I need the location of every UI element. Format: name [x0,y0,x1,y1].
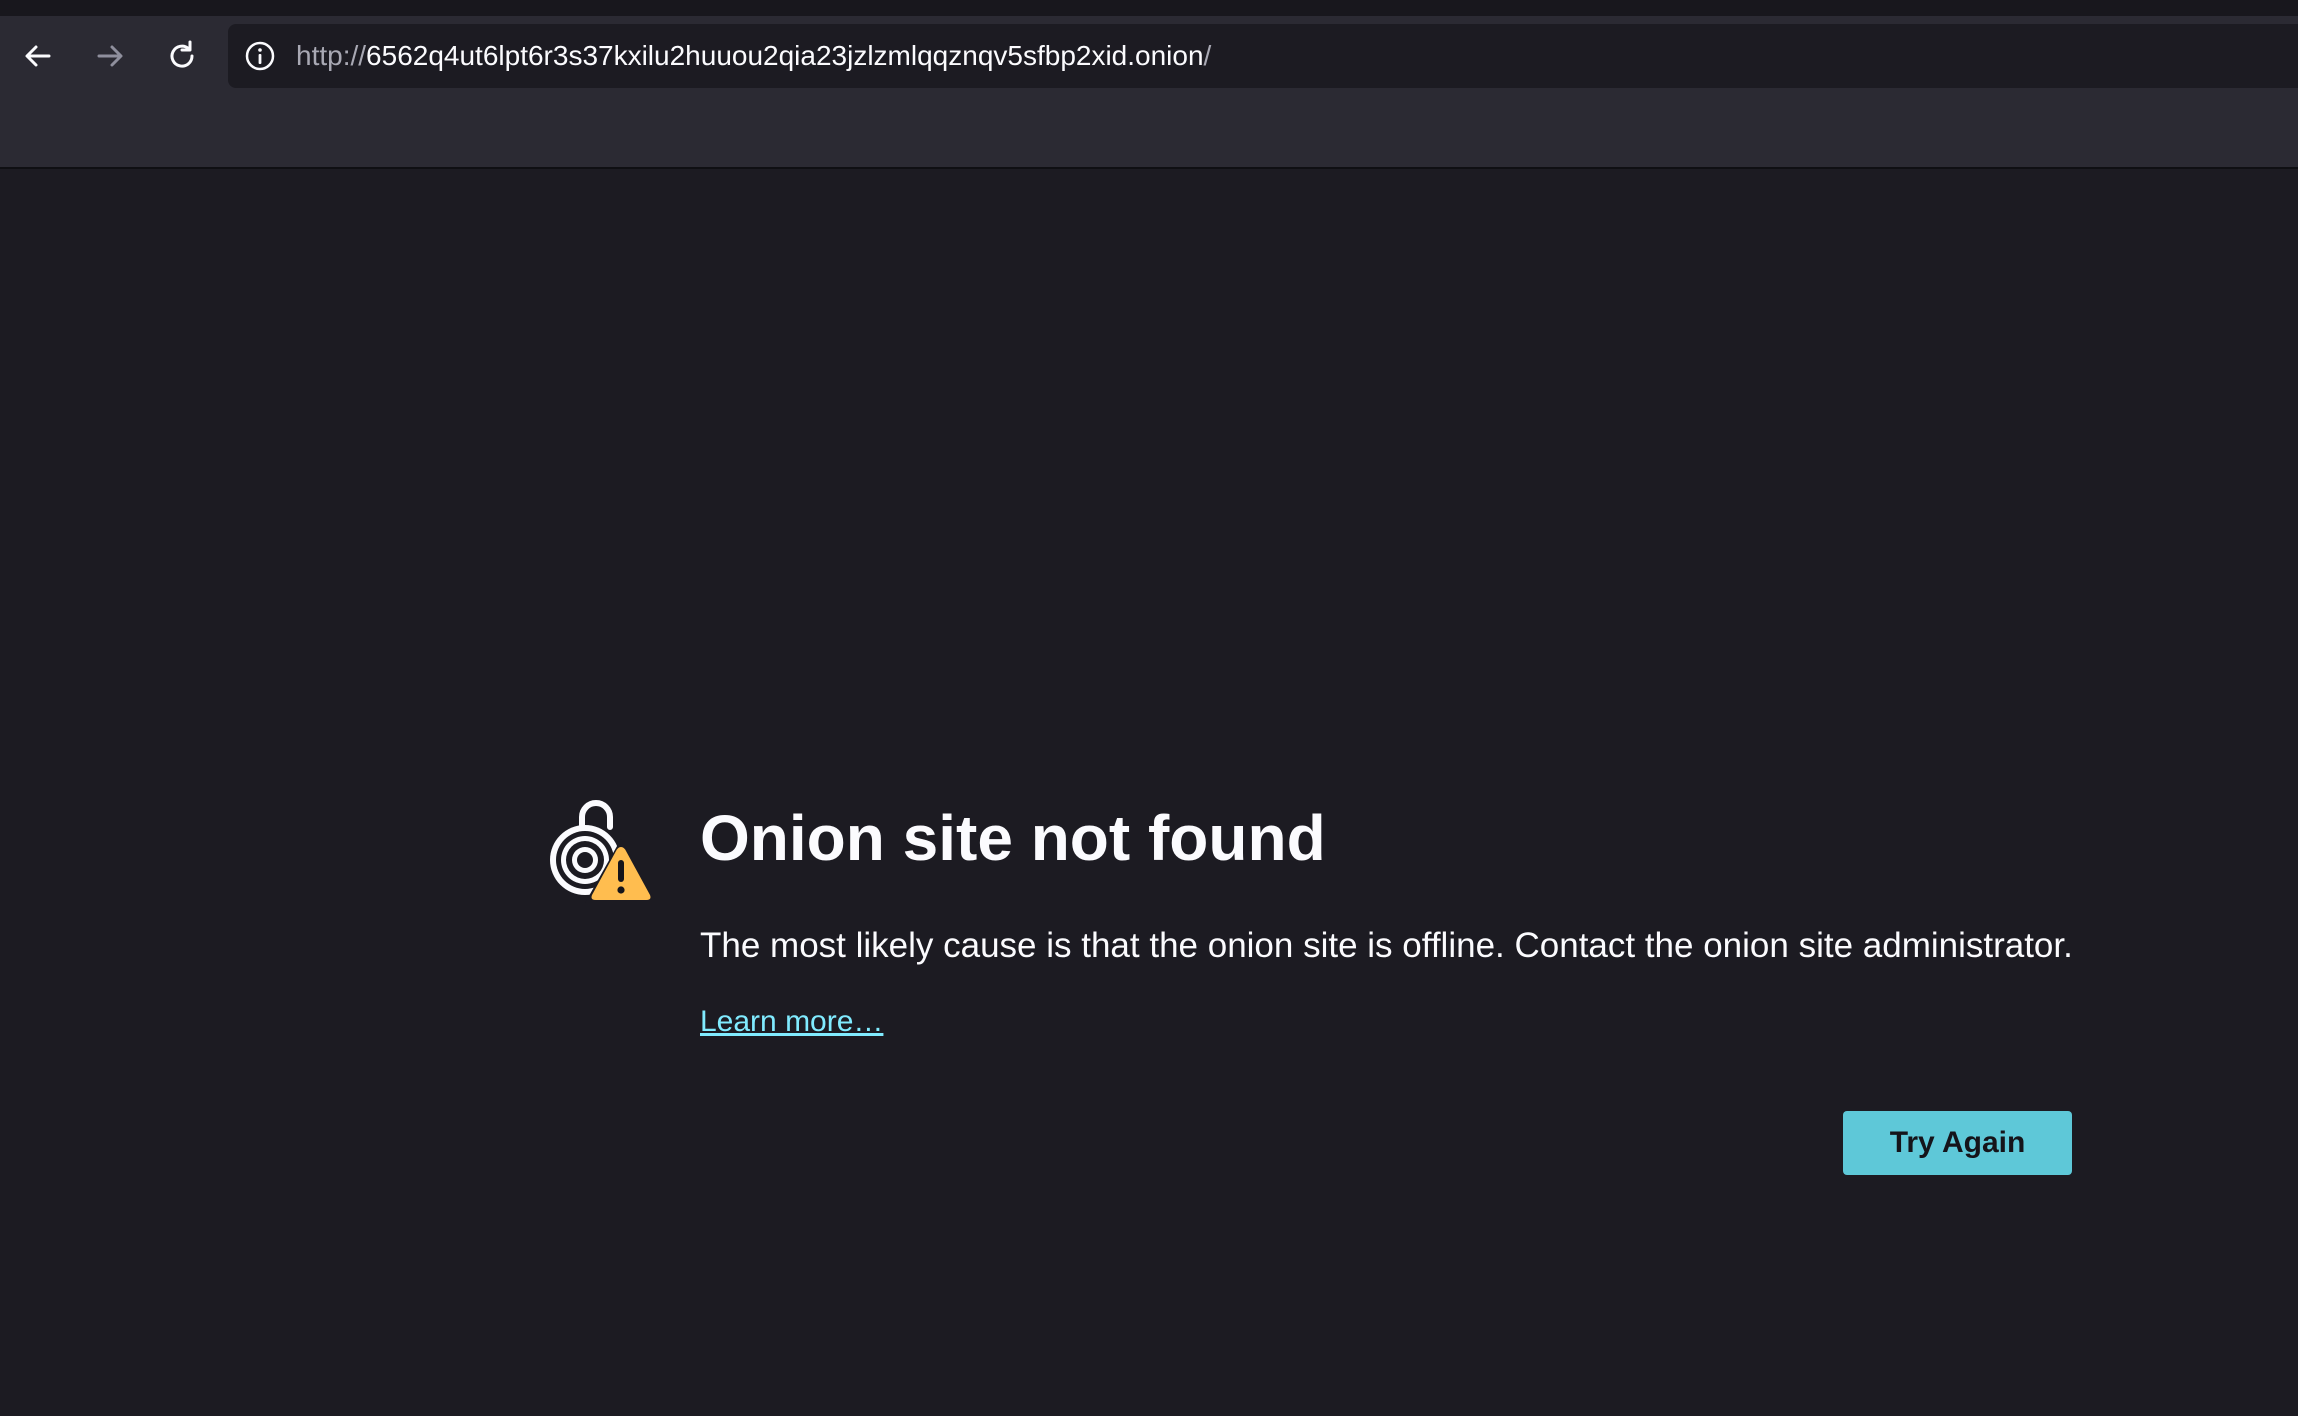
url-text[interactable]: http://6562q4ut6lpt6r3s37kxilu2huuou2qia… [296,24,1211,88]
info-icon [245,41,275,71]
back-button[interactable] [10,32,66,80]
error-title: Onion site not found [700,802,1326,874]
forward-arrow-icon [97,45,123,67]
onion-lock-warning-icon [550,800,655,903]
url-path: / [1203,40,1212,71]
reload-icon [170,40,194,68]
url-host: 6562q4ut6lpt6r3s37kxilu2huuou2qia23jzlzm… [366,40,1204,71]
site-info-button[interactable] [238,34,282,78]
back-arrow-icon [25,45,51,67]
reload-button[interactable] [154,32,210,80]
error-page [0,169,2298,1416]
error-description: The most likely cause is that the onion … [700,926,2073,965]
navigation-toolbar: http://6562q4ut6lpt6r3s37kxilu2huuou2qia… [0,16,2298,96]
url-scheme: http:// [296,40,367,71]
try-again-button[interactable]: Try Again [1843,1111,2072,1175]
url-bar[interactable]: http://6562q4ut6lpt6r3s37kxilu2huuou2qia… [228,24,2298,88]
learn-more-link[interactable]: Learn more… [700,998,883,1046]
bookmarks-toolbar [0,96,2298,169]
forward-button[interactable] [82,32,138,80]
title-bar [0,0,2298,16]
